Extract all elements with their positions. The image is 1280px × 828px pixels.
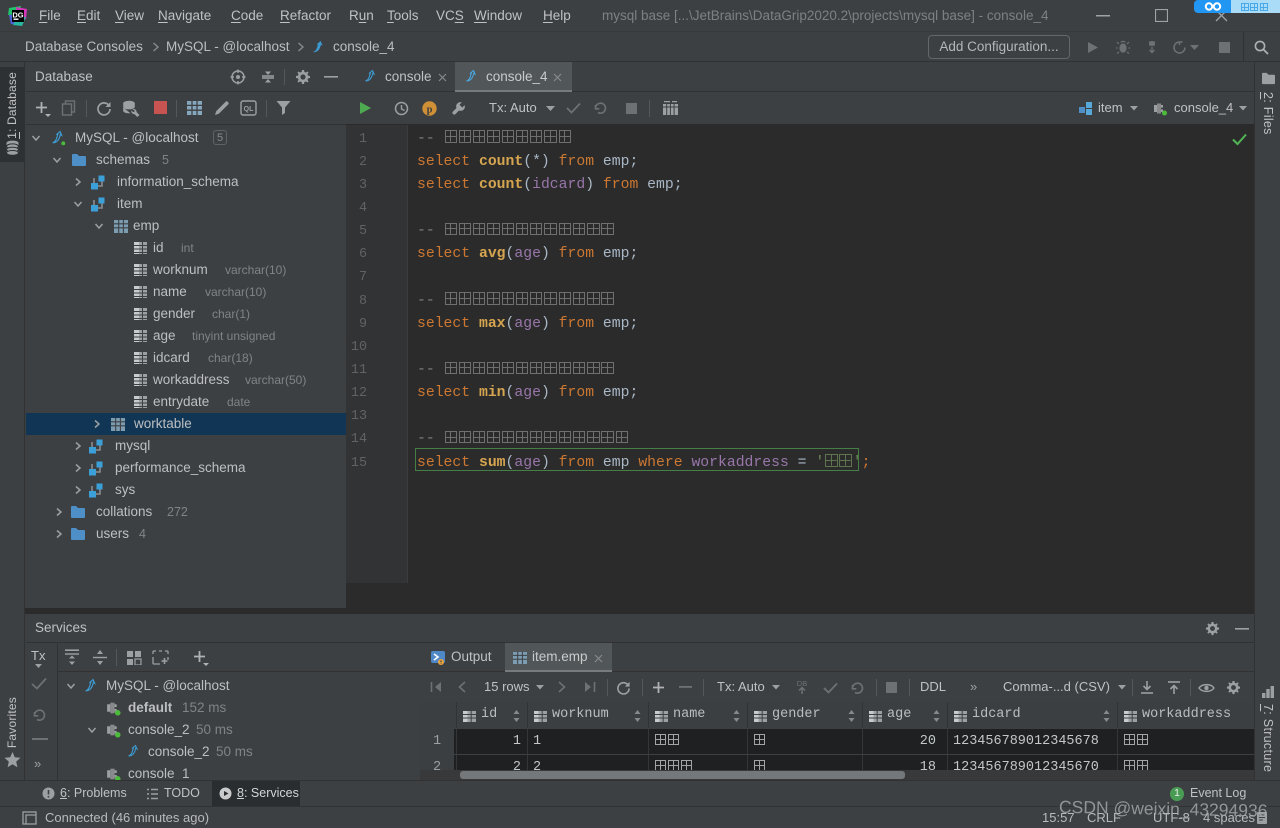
- svg-text:DG: DG: [12, 11, 23, 20]
- svg-text:p: p: [427, 104, 433, 115]
- svg-text:QL: QL: [244, 106, 254, 113]
